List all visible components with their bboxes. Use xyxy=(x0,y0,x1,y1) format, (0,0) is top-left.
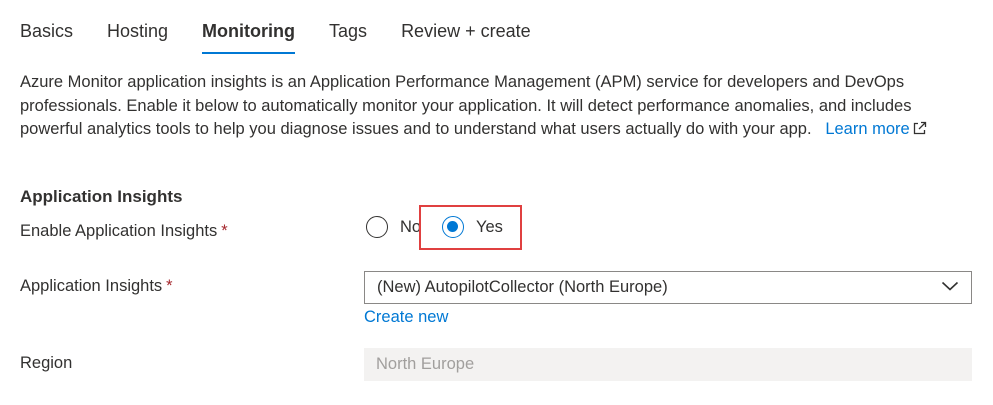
region-value: North Europe xyxy=(376,355,475,373)
enable-insights-label-text: Enable Application Insights xyxy=(20,222,218,240)
learn-more-link[interactable]: Learn more xyxy=(825,120,926,138)
enable-insights-label: Enable Application Insights * xyxy=(20,222,228,241)
tab-review-create[interactable]: Review + create xyxy=(401,0,531,56)
tab-basics[interactable]: Basics xyxy=(20,0,73,56)
section-title: Application Insights xyxy=(20,187,183,206)
app-insights-dropdown[interactable]: (New) AutopilotCollector (North Europe) xyxy=(364,271,972,304)
app-insights-label-text: Application Insights xyxy=(20,277,163,295)
highlight-box xyxy=(419,205,522,250)
radio-no-circle[interactable] xyxy=(366,216,388,238)
required-mark: * xyxy=(221,222,228,240)
tab-monitoring[interactable]: Monitoring xyxy=(202,0,295,56)
radio-no-label: No xyxy=(400,217,422,236)
required-mark: * xyxy=(166,277,173,295)
app-insights-label: Application Insights * xyxy=(20,277,173,296)
learn-more-label: Learn more xyxy=(825,120,910,138)
chevron-down-icon[interactable] xyxy=(941,279,959,297)
description-text: Azure Monitor application insights is an… xyxy=(20,73,912,138)
description: Azure Monitor application insights is an… xyxy=(20,71,965,143)
radio-no[interactable]: No xyxy=(366,216,421,238)
region-field: North Europe xyxy=(364,348,972,381)
external-link-icon xyxy=(913,119,927,143)
app-insights-dropdown-value: (New) AutopilotCollector (North Europe) xyxy=(377,278,668,296)
create-new-link[interactable]: Create new xyxy=(364,308,448,327)
tab-bar: Basics Hosting Monitoring Tags Review + … xyxy=(20,0,565,56)
tab-hosting[interactable]: Hosting xyxy=(107,0,168,56)
region-label: Region xyxy=(20,354,73,372)
tab-tags[interactable]: Tags xyxy=(329,0,367,56)
